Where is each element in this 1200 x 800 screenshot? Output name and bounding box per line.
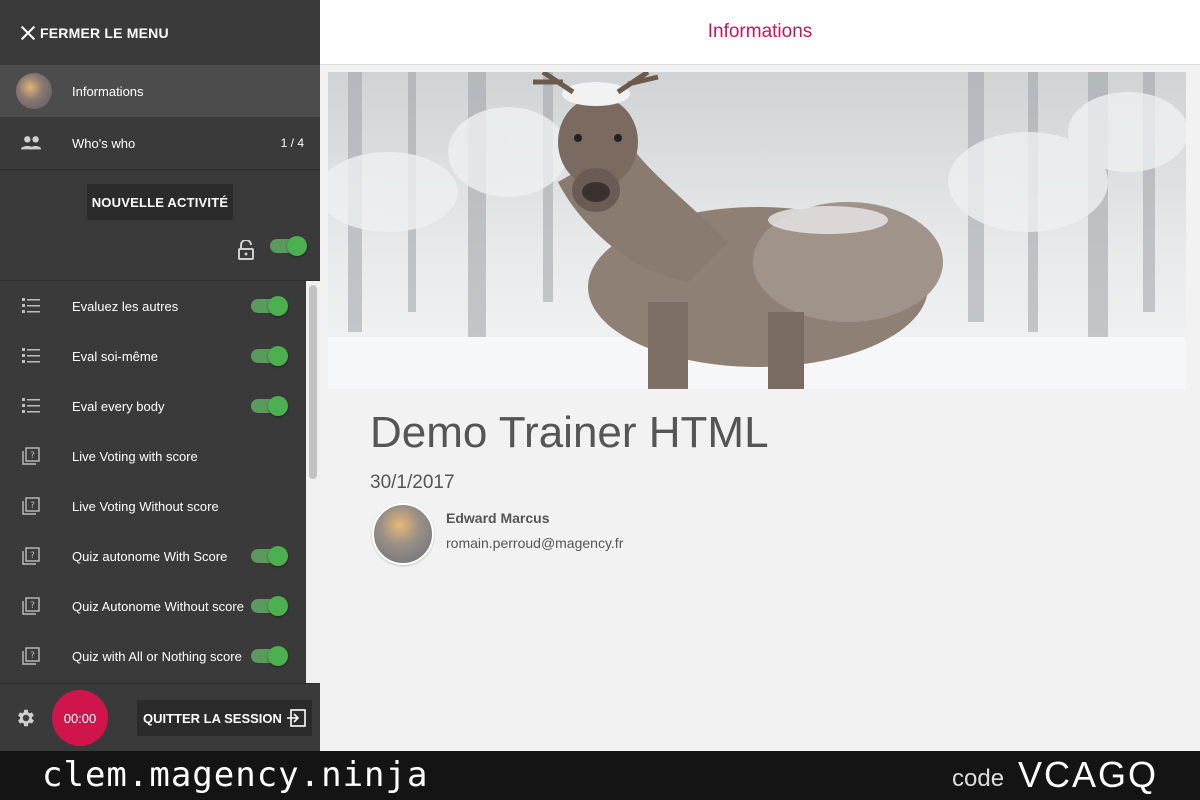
quit-session-label: QUITTER LA SESSION <box>143 710 282 726</box>
quit-session-button[interactable]: QUITTER LA SESSION <box>137 700 312 736</box>
activity-label: Quiz autonome With Score <box>72 548 228 564</box>
lock-row <box>0 220 320 286</box>
sidebar: FERMER LE MENU Informations Who's who 1 … <box>0 0 320 751</box>
activity-label: Evaluez les autres <box>72 298 179 314</box>
toggle-knob <box>268 346 288 366</box>
gear-icon[interactable] <box>15 707 37 729</box>
activity-toggle[interactable] <box>251 546 288 566</box>
session-thumbnail <box>16 73 52 109</box>
nav-item-whos-who[interactable]: Who's who 1 / 4 <box>0 117 320 169</box>
new-activity-button[interactable]: NOUVELLE ACTIVITÉ <box>87 184 233 220</box>
svg-text:?: ? <box>30 601 35 611</box>
quiz-icon: ? <box>22 447 40 465</box>
nav-item-label: Who's who <box>72 135 136 151</box>
code-label: code <box>952 765 1005 792</box>
list-icon <box>22 397 40 415</box>
nav-item-informations[interactable]: Informations <box>0 65 320 117</box>
quiz-icon: ? <box>22 597 40 615</box>
sidebar-footer: 00:00 QUITTER LA SESSION <box>0 683 320 751</box>
toggle-knob <box>268 596 288 616</box>
divider <box>0 169 320 170</box>
participants-count: 1 / 4 <box>280 136 304 150</box>
activity-item[interactable]: ? Live Voting with score <box>0 431 320 481</box>
close-menu-button[interactable]: FERMER LE MENU <box>0 0 320 65</box>
activity-label: Eval soi-même <box>72 348 158 364</box>
activity-toggle[interactable] <box>251 346 288 366</box>
people-icon <box>20 136 42 150</box>
toggle-knob <box>268 646 288 666</box>
toggle-knob <box>268 296 288 316</box>
activity-item[interactable]: ? Quiz Autonome Without score <box>0 581 320 631</box>
scrollbar-thumb[interactable] <box>309 285 317 479</box>
join-url: clem.magency.ninja <box>42 755 429 795</box>
svg-text:?: ? <box>30 501 35 511</box>
activity-item[interactable]: ? Quiz autonome With Score <box>0 531 320 581</box>
join-banner: clem.magency.ninja code VCAGQ <box>0 751 1200 800</box>
activity-item[interactable]: ? Quiz with All or Nothing score <box>0 631 320 681</box>
svg-text:?: ? <box>30 551 35 561</box>
activity-label: Quiz with All or Nothing score <box>72 648 242 664</box>
activity-toggle[interactable] <box>251 296 288 316</box>
svg-text:?: ? <box>30 651 35 661</box>
activity-label: Live Voting with score <box>72 448 198 464</box>
quiz-icon: ? <box>22 547 40 565</box>
activity-toggle[interactable] <box>251 596 288 616</box>
activity-item[interactable]: Evaluez les autres <box>0 281 320 331</box>
session-date: 30/1/2017 <box>370 472 455 493</box>
toggle-knob <box>287 236 307 256</box>
activity-label: Quiz Autonome Without score <box>72 598 244 614</box>
quiz-icon: ? <box>22 647 40 665</box>
scrollbar[interactable] <box>306 281 320 683</box>
session-code: VCAGQ <box>1018 754 1159 795</box>
activity-list: Evaluez les autres Eval soi-même Eval ever… <box>0 280 320 683</box>
quiz-icon: ? <box>22 497 40 515</box>
master-toggle[interactable] <box>270 236 307 256</box>
exit-icon <box>286 709 306 727</box>
toggle-knob <box>268 396 288 416</box>
close-menu-label: FERMER LE MENU <box>40 24 169 41</box>
close-icon <box>20 25 36 41</box>
activity-item[interactable]: ? Live Voting Without score <box>0 481 320 531</box>
page-title: Informations <box>707 21 813 42</box>
lock-open-icon[interactable] <box>237 240 255 260</box>
session-title: Demo Trainer HTML <box>370 408 769 457</box>
toggle-knob <box>268 546 288 566</box>
header: Informations <box>320 0 1200 65</box>
activity-item[interactable]: Eval soi-même <box>0 331 320 381</box>
list-icon <box>22 297 40 315</box>
list-icon <box>22 347 40 365</box>
trainer-name: Edward Marcus <box>446 510 550 526</box>
activity-toggle[interactable] <box>251 646 288 666</box>
svg-text:?: ? <box>30 451 35 461</box>
activity-label: Eval every body <box>72 398 165 414</box>
trainer-avatar <box>372 503 434 565</box>
trainer-email[interactable]: romain.perroud@magency.fr <box>446 535 623 551</box>
session-cover-image <box>328 72 1186 389</box>
session-timer[interactable]: 00:00 <box>52 690 108 746</box>
activity-item[interactable]: Eval every body <box>0 381 320 431</box>
nav-item-label: Informations <box>72 83 144 99</box>
activity-label: Live Voting Without score <box>72 498 219 514</box>
activity-toggle[interactable] <box>251 396 288 416</box>
